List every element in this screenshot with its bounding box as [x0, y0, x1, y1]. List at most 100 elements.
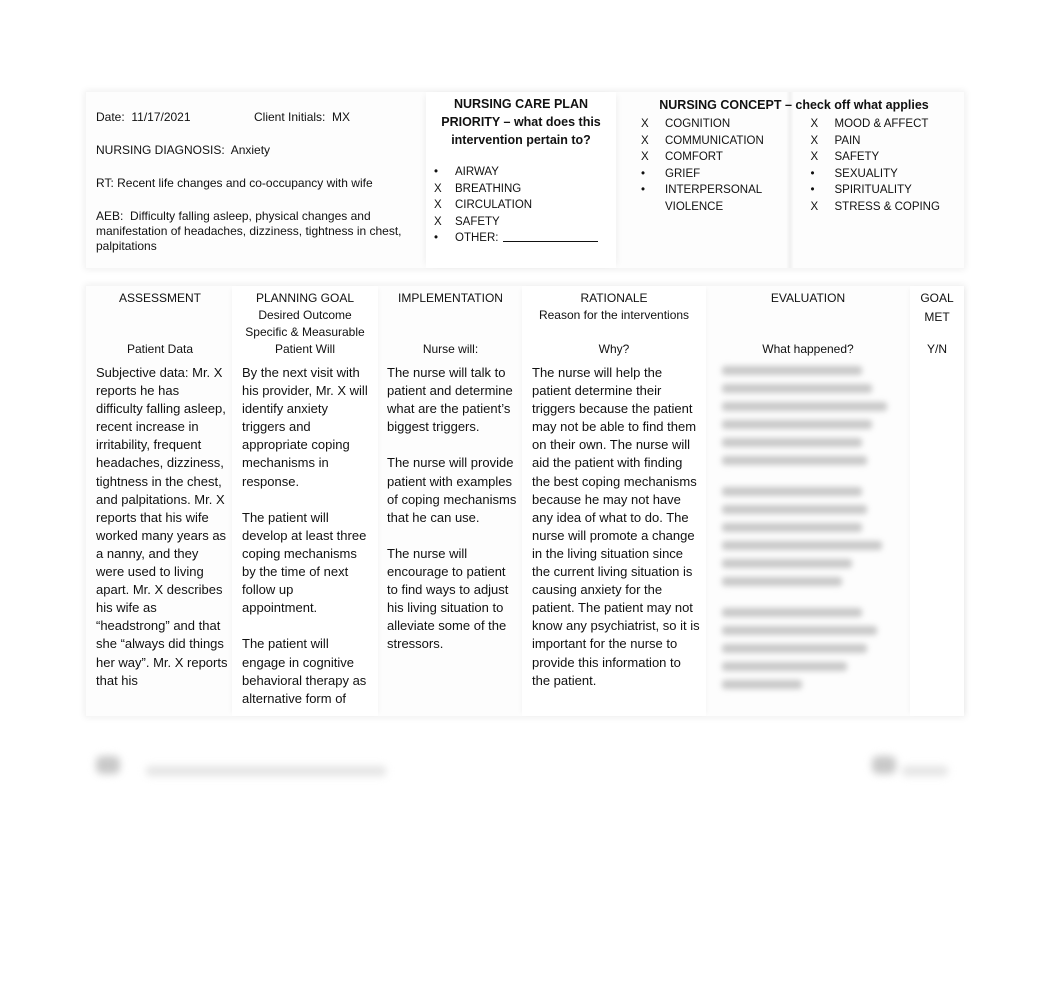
- concept-label: SAFETY: [834, 151, 880, 163]
- rationale-column: RATIONALE Reason for the interventions W…: [522, 286, 706, 716]
- check-x-icon: X: [810, 200, 819, 213]
- nursing-diagnosis: NURSING DIAGNOSIS: Anxiety: [96, 143, 426, 158]
- implementation-cell[interactable]: The nurse will talk to patient and deter…: [387, 364, 517, 654]
- column-title: GOAL: [920, 291, 954, 305]
- planning-goal-cell[interactable]: By the next visit with his provider, Mr.…: [242, 364, 372, 708]
- priority-label: AIRWAY: [455, 166, 499, 178]
- column-prompt: What happened?: [762, 342, 854, 356]
- column-title: ASSESSMENT: [118, 291, 202, 305]
- rt-label: RT:: [96, 176, 114, 190]
- check-x-icon: X: [810, 118, 819, 130]
- date-client-row: Date: 11/17/2021 Client Initials: MX: [96, 110, 426, 125]
- assessment-header: ASSESSMENT Patient Data: [86, 290, 234, 356]
- bullet-icon: •: [641, 184, 646, 196]
- date-value: 11/17/2021: [131, 110, 191, 124]
- aeb-label: AEB:: [96, 209, 124, 223]
- nursing-diagnosis-value: Anxiety: [230, 143, 271, 157]
- evaluation-column: EVALUATION What happened?: [706, 286, 910, 716]
- nursing-diagnosis-label: NURSING DIAGNOSIS:: [96, 143, 225, 157]
- priority-item-circulation[interactable]: X CIRCULATION: [434, 197, 616, 214]
- check-x-icon: X: [641, 118, 649, 130]
- concept-label: STRESS & COPING: [834, 200, 940, 213]
- concept-item-communication[interactable]: X COMMUNICATION: [641, 133, 795, 150]
- concept-item-spirituality[interactable]: • SPIRITUALITY: [811, 182, 965, 199]
- column-subtitle: Desired Outcome Specific & Measurable: [245, 308, 365, 339]
- bullet-icon: •: [434, 166, 439, 178]
- column-prompt: Y/N: [926, 342, 947, 356]
- column-prompt: Nurse will:: [422, 342, 479, 356]
- aeb-value: Difficulty falling asleep, physical chan…: [96, 209, 402, 253]
- concept-item-safety[interactable]: X SAFETY: [811, 149, 965, 166]
- column-prompt: Patient Data: [126, 342, 194, 356]
- redacted-line: [146, 766, 386, 776]
- planning-goal-column: PLANNING GOAL Desired Outcome Specific &…: [232, 286, 378, 716]
- check-x-icon: X: [810, 134, 819, 147]
- concept-item-cognition[interactable]: X COGNITION: [641, 116, 795, 133]
- client-initials-label: Client Initials:: [254, 110, 326, 124]
- bullet-icon: •: [810, 184, 815, 196]
- concept-label: COMMUNICATION: [665, 134, 764, 147]
- check-x-icon: X: [641, 151, 649, 163]
- as-evidenced-by: AEB: Difficulty falling asleep, physical…: [96, 209, 426, 254]
- concept-item-comfort[interactable]: X COMFORT: [641, 149, 795, 166]
- client-initials-field: Client Initials: MX: [254, 110, 350, 125]
- other-blank-field[interactable]: [503, 230, 599, 242]
- evaluation-redacted-text: [722, 366, 890, 711]
- related-to: RT: Recent life changes and co-occupancy…: [96, 176, 426, 191]
- concept-item-mood-affect[interactable]: X MOOD & AFFECT: [811, 116, 965, 133]
- priority-item-safety[interactable]: X SAFETY: [434, 214, 616, 231]
- bullet-icon: •: [810, 167, 815, 180]
- column-subtitle: MET: [924, 310, 950, 324]
- concept-label: SEXUALITY: [834, 167, 898, 180]
- planning-goal-header: PLANNING GOAL Desired Outcome Specific &…: [232, 290, 378, 356]
- implementation-header: IMPLEMENTATION Nurse will:: [378, 290, 523, 356]
- goal-met-column: GOAL MET Y/N: [910, 286, 964, 716]
- concept-item-grief[interactable]: • GRIEF: [641, 166, 795, 183]
- care-plan-header: Date: 11/17/2021 Client Initials: MX NUR…: [86, 92, 964, 268]
- concept-label: COMFORT: [665, 151, 723, 163]
- column-divider: [786, 92, 794, 268]
- bullet-icon: •: [434, 232, 439, 244]
- concept-label: COGNITION: [665, 118, 731, 130]
- rt-value: Recent life changes and co-occupancy wit…: [117, 176, 373, 190]
- concept-label: MOOD & AFFECT: [834, 118, 929, 130]
- priority-title: NURSING CARE PLAN PRIORITY – what does t…: [441, 97, 601, 147]
- evaluation-header: EVALUATION What happened?: [706, 290, 910, 356]
- redacted-footer: [0, 754, 1062, 784]
- redacted-mark: [96, 756, 120, 774]
- concept-item-stress-coping[interactable]: X STRESS & COPING: [811, 199, 965, 216]
- priority-section: NURSING CARE PLAN PRIORITY – what does t…: [426, 92, 616, 268]
- concept-label: SPIRITUALITY: [834, 184, 912, 196]
- concept-label: INTERPERSONAL: [665, 184, 763, 196]
- empty-mark: [641, 199, 665, 216]
- check-x-icon: X: [641, 134, 649, 147]
- rationale-cell[interactable]: The nurse will help the patient determin…: [532, 364, 700, 690]
- priority-item-breathing[interactable]: X BREATHING: [434, 181, 616, 198]
- column-title: RATIONALE: [580, 291, 648, 305]
- concept-columns: X COGNITION X COMMUNICATION X COMFORT • GRIE…: [626, 116, 964, 215]
- priority-item-airway[interactable]: • AIRWAY: [434, 164, 616, 181]
- redacted-line: [902, 766, 948, 776]
- implementation-column: IMPLEMENTATION Nurse will: The nurse wil…: [378, 286, 523, 716]
- check-x-icon: X: [810, 151, 819, 163]
- check-x-icon: X: [434, 199, 442, 211]
- concept-item-sexuality[interactable]: • SEXUALITY: [811, 166, 965, 183]
- patient-info: Date: 11/17/2021 Client Initials: MX NUR…: [96, 110, 426, 272]
- goal-met-header: GOAL MET Y/N: [910, 290, 964, 356]
- care-plan-table: ASSESSMENT Patient Data Subjective data:…: [86, 286, 964, 716]
- concept-item-pain[interactable]: X PAIN: [811, 133, 965, 150]
- assessment-cell[interactable]: Subjective data: Mr. X reports he has di…: [96, 364, 228, 690]
- concept-item-violence-cont: VIOLENCE: [641, 199, 795, 216]
- concept-item-interpersonal-violence[interactable]: • INTERPERSONAL: [641, 182, 795, 199]
- concept-label: GRIEF: [665, 167, 701, 180]
- priority-label: SAFETY: [455, 215, 500, 228]
- priority-item-other[interactable]: • OTHER:: [434, 230, 616, 247]
- assessment-column: ASSESSMENT Patient Data Subjective data:…: [86, 286, 234, 716]
- redacted-mark: [872, 756, 896, 774]
- priority-list: • AIRWAY X BREATHING X CIRCULATION X SAFETY …: [426, 164, 616, 247]
- concept-column-right: X MOOD & AFFECT X PAIN X SAFETY • SEXUALITY …: [795, 116, 965, 215]
- concept-column-left: X COGNITION X COMMUNICATION X COMFORT • GRIE…: [626, 116, 795, 215]
- column-prompt: Patient Will: [274, 342, 336, 356]
- concept-label: VIOLENCE: [665, 200, 724, 213]
- client-initials-value: MX: [332, 110, 351, 124]
